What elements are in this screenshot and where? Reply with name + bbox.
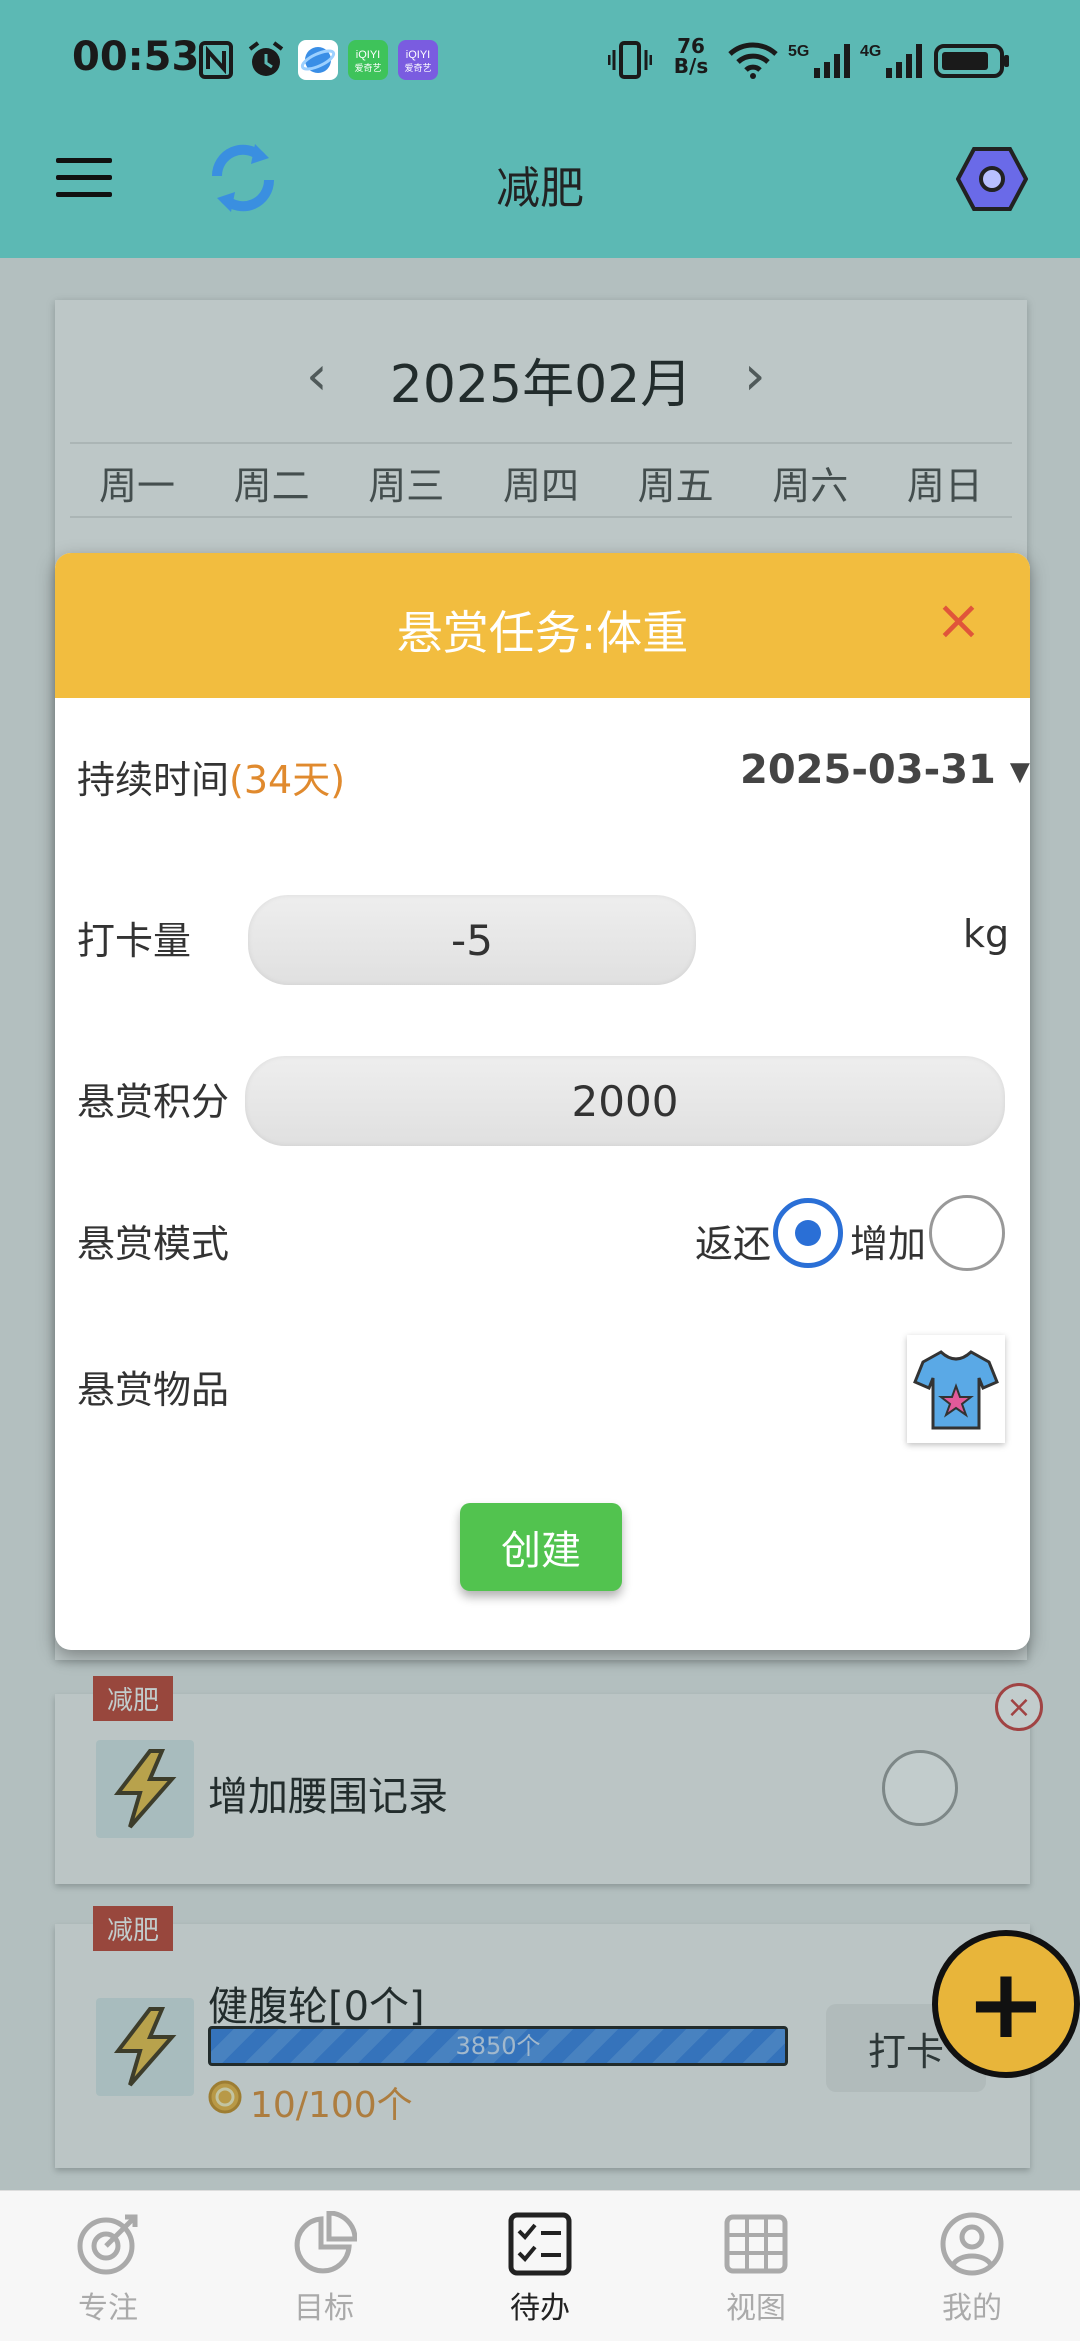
- 4g-signal-icon: 4G: [860, 40, 924, 80]
- nav-label: 我的: [942, 2291, 1002, 2326]
- checkin-amount-label: 打卡量: [77, 919, 192, 963]
- iqiyi-icon: iQIYI 爱奇艺: [398, 40, 438, 80]
- mode-add-label: 增加: [850, 1222, 927, 1266]
- nav-label: 目标: [294, 2291, 354, 2326]
- focus-icon: [77, 2214, 138, 2275]
- nav-view[interactable]: 视图: [648, 2191, 864, 2341]
- nav-label: 待办: [510, 2291, 570, 2326]
- reward-task-dialog: 悬赏任务:体重 × 持续时间(34天) 2025-03-31 ▼ 打卡量 -5 k…: [55, 553, 1030, 1650]
- iqiyi-icon: iQIYI 爱奇艺: [348, 40, 388, 80]
- reward-mode-label: 悬赏模式: [77, 1222, 230, 1266]
- 5g-signal-icon: 5G: [788, 40, 852, 80]
- add-task-button[interactable]: +: [932, 1930, 1080, 2078]
- svg-text:爱奇艺: 爱奇艺: [354, 62, 381, 74]
- reward-points-input[interactable]: 2000: [245, 1056, 1005, 1146]
- alarm-icon: [246, 40, 286, 80]
- nav-focus[interactable]: 专注: [0, 2191, 216, 2341]
- checkin-unit: kg: [963, 912, 1010, 956]
- settings-icon[interactable]: [955, 146, 1029, 212]
- svg-text:5G: 5G: [788, 43, 809, 60]
- reward-item-label: 悬赏物品: [77, 1368, 230, 1412]
- nav-label: 视图: [726, 2291, 786, 2326]
- svg-text:iQIYI: iQIYI: [356, 49, 380, 61]
- pie-chart-icon: [294, 2211, 357, 2274]
- nav-profile[interactable]: 我的: [864, 2191, 1080, 2341]
- battery-icon: [934, 40, 1010, 80]
- nav-todo[interactable]: 待办: [432, 2191, 648, 2341]
- nfc-icon: [196, 40, 236, 80]
- mode-add-radio[interactable]: [929, 1195, 1005, 1271]
- mode-return-label: 返还: [695, 1222, 772, 1266]
- svg-text:4G: 4G: [860, 43, 881, 60]
- checkin-amount-input[interactable]: -5: [248, 895, 696, 985]
- grid-icon: [724, 2214, 788, 2274]
- close-icon[interactable]: ×: [935, 593, 982, 649]
- end-date-picker[interactable]: 2025-03-31 ▼: [740, 747, 1030, 793]
- create-button[interactable]: 创建: [460, 1503, 622, 1591]
- net-speed: 76 B/s: [673, 34, 709, 78]
- checklist-icon: [508, 2212, 572, 2276]
- duration-label: 持续时间(34天): [77, 758, 346, 802]
- nav-label: 专注: [78, 2291, 138, 2326]
- reward-points-label: 悬赏积分: [77, 1080, 230, 1124]
- wifi-icon: [726, 40, 780, 80]
- app-title: 减肥: [496, 163, 584, 214]
- browser-icon: [298, 40, 338, 80]
- tshirt-icon: [913, 1350, 999, 1430]
- profile-icon: [940, 2212, 1004, 2276]
- vibrate-icon: [608, 40, 652, 80]
- mode-return-radio[interactable]: [773, 1198, 843, 1268]
- status-time: 00:53: [72, 34, 200, 80]
- duration-days: (34天): [229, 758, 346, 802]
- chevron-down-icon: ▼: [1009, 757, 1030, 787]
- svg-text:爱奇艺: 爱奇艺: [404, 62, 431, 74]
- reward-item-picker[interactable]: [907, 1335, 1005, 1443]
- nav-goals[interactable]: 目标: [216, 2191, 432, 2341]
- bottom-nav: 专注 目标 待办 视图 我的: [0, 2190, 1080, 2341]
- svg-text:iQIYI: iQIYI: [406, 49, 430, 61]
- dialog-title: 悬赏任务:体重: [396, 606, 689, 660]
